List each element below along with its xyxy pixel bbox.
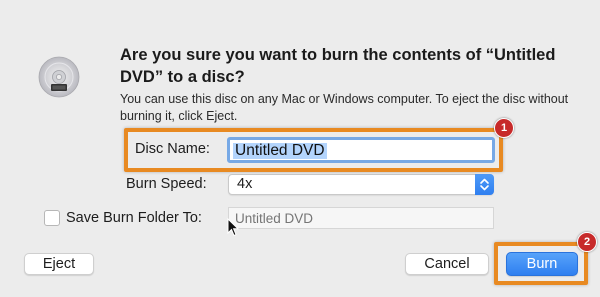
burn-folder-name-field[interactable]	[228, 207, 494, 229]
burn-button-highlight	[494, 242, 588, 285]
eject-button[interactable]: Eject	[24, 253, 94, 275]
burn-disc-dialog: Are you sure you want to burn the conten…	[0, 0, 600, 297]
save-burn-folder-label: Save Burn Folder To:	[66, 210, 202, 226]
chevron-up-down-icon[interactable]	[475, 174, 494, 195]
cancel-button[interactable]: Cancel	[405, 253, 489, 275]
burn-speed-value: 4x	[237, 176, 253, 192]
save-burn-folder-checkbox[interactable]	[44, 210, 60, 226]
burn-speed-select[interactable]: 4x	[228, 174, 494, 195]
dialog-title: Are you sure you want to burn the conten…	[120, 46, 556, 86]
disc-name-highlight	[124, 128, 503, 172]
step-badge-2: 2	[577, 232, 597, 252]
step-badge-1: 1	[494, 118, 514, 138]
dvd-disc-icon	[38, 56, 80, 98]
mouse-cursor-icon	[227, 218, 239, 237]
burn-speed-label: Burn Speed:	[126, 176, 207, 192]
burn-folder-name-input[interactable]	[233, 210, 487, 227]
